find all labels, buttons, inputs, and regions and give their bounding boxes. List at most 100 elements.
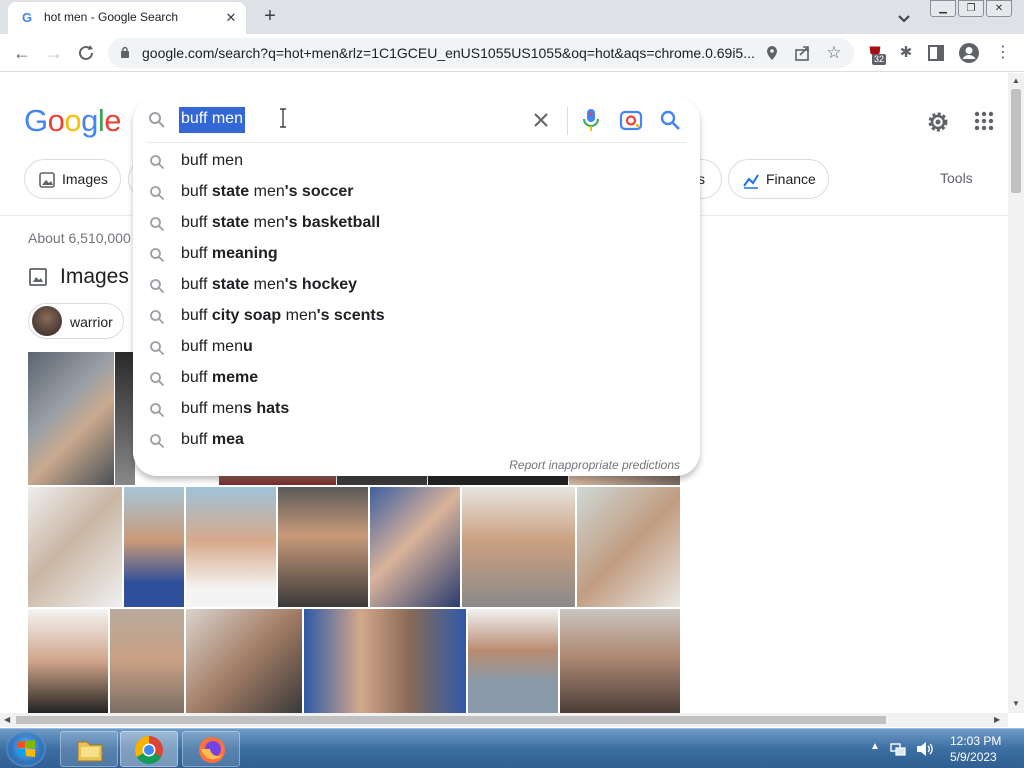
google-apps-grid-icon[interactable] (973, 110, 995, 132)
google-logo[interactable]: Google (24, 103, 122, 139)
network-icon[interactable] (890, 741, 906, 757)
scroll-down-arrow-icon[interactable]: ▼ (1012, 699, 1020, 708)
tab-active[interactable]: G hot men - Google Search ✕ (8, 2, 246, 34)
chip-finance-label: Finance (766, 171, 816, 187)
suggestion-item[interactable]: buff meaning (133, 239, 700, 270)
extensions-puzzle-icon[interactable]: ✱ (895, 42, 917, 64)
suggestion-part: meme (211, 369, 259, 386)
suggestion-item[interactable]: buff state men's soccer (133, 177, 700, 208)
scroll-right-arrow-icon[interactable]: ▶ (994, 715, 1000, 724)
suggestion-part: s hats (242, 400, 290, 417)
taskbar-file-explorer[interactable] (60, 731, 118, 767)
suggestion-item[interactable]: buff mens hats (133, 394, 700, 425)
suggestion-part: men (249, 183, 285, 200)
address-bar[interactable]: google.com/search?q=hot+men&rlz=1C1GCEU_… (108, 38, 854, 68)
suggestion-prefix: buff men (181, 152, 243, 169)
forward-arrow-icon[interactable]: → (42, 41, 66, 65)
search-submit-icon[interactable] (659, 109, 681, 131)
vertical-scrollbar[interactable]: ▲ ▼ (1008, 73, 1024, 713)
chip-finance[interactable]: Finance (728, 159, 829, 199)
side-panel-icon[interactable] (927, 44, 945, 62)
search-icon (150, 279, 165, 294)
suggestion-item[interactable]: buff menu (133, 332, 700, 363)
clock-date[interactable]: 5/9/2023 (950, 750, 997, 764)
windows-taskbar: ▲ 12:03 PM 5/9/2023 (0, 728, 1024, 768)
suggestion-item[interactable]: buff state men's hockey (133, 270, 700, 301)
location-pin-icon[interactable] (762, 43, 782, 63)
image-result-thumbnail[interactable] (115, 352, 135, 485)
image-result-thumbnail[interactable] (577, 487, 680, 607)
image-result-thumbnail[interactable] (110, 609, 184, 713)
image-result-thumbnail[interactable] (28, 609, 108, 713)
suggestion-prefix: buff (181, 183, 212, 200)
image-result-thumbnail[interactable] (28, 352, 114, 485)
google-lens-camera-icon[interactable] (619, 109, 643, 131)
vertical-scroll-thumb[interactable] (1011, 89, 1021, 193)
horizontal-scroll-thumb[interactable] (16, 716, 886, 724)
image-result-thumbnail[interactable] (370, 487, 460, 607)
suggestion-part: city soap (211, 307, 282, 324)
search-box[interactable]: buff men (133, 97, 700, 143)
close-tab-icon[interactable]: ✕ (222, 9, 240, 27)
image-result-thumbnail[interactable] (124, 487, 184, 607)
extension-shield-icon[interactable]: ⛊ 32 (864, 42, 887, 65)
image-result-thumbnail[interactable] (468, 609, 558, 713)
restore-button[interactable]: ❐ (958, 0, 984, 17)
suggestion-part: 's basketball (284, 214, 381, 231)
image-result-thumbnail[interactable] (304, 609, 466, 713)
image-result-thumbnail[interactable] (186, 609, 302, 713)
related-chip-warrior[interactable]: warrior (28, 303, 124, 339)
clock-time[interactable]: 12:03 PM (950, 734, 1001, 748)
search-icon (150, 403, 165, 418)
image-result-thumbnail[interactable] (28, 487, 122, 607)
image-icon (29, 268, 47, 286)
suggestion-text: buff menu (181, 338, 253, 356)
search-icon (150, 186, 165, 201)
report-predictions-link[interactable]: Report inappropriate predictions (509, 458, 680, 472)
tools-button[interactable]: Tools (940, 170, 973, 186)
new-tab-button[interactable]: + (258, 5, 282, 29)
search-input[interactable]: buff men (179, 107, 245, 133)
back-arrow-icon[interactable]: ← (10, 41, 34, 65)
google-favicon-icon: G (22, 10, 33, 25)
show-hidden-icons-arrow[interactable]: ▲ (870, 741, 880, 752)
suggestion-item[interactable]: buff men (133, 146, 700, 177)
extension-badge: 32 (872, 54, 887, 65)
clear-search-icon[interactable] (529, 108, 553, 132)
scroll-up-arrow-icon[interactable]: ▲ (1012, 76, 1020, 85)
chip-images[interactable]: Images (24, 159, 121, 199)
microphone-icon[interactable] (581, 108, 601, 132)
suggestion-separator (147, 142, 686, 143)
reload-icon[interactable] (75, 42, 97, 64)
taskbar-chrome[interactable] (120, 731, 178, 767)
suggestion-part: state (211, 183, 250, 200)
share-icon[interactable] (792, 43, 812, 63)
suggestion-item[interactable]: buff city soap men's scents (133, 301, 700, 332)
chrome-logo-icon (135, 736, 163, 764)
tab-search-chevron-icon[interactable] (894, 8, 914, 28)
image-result-thumbnail[interactable] (462, 487, 575, 607)
taskbar-firefox[interactable] (182, 731, 240, 767)
image-result-thumbnail[interactable] (278, 487, 368, 607)
suggestion-text: buff state men's soccer (181, 183, 354, 201)
suggestion-prefix: buff (181, 245, 212, 262)
search-icon (150, 217, 165, 232)
suggestion-item[interactable]: buff mea (133, 425, 700, 456)
scroll-left-arrow-icon[interactable]: ◀ (4, 715, 10, 724)
image-result-thumbnail[interactable] (560, 609, 680, 713)
suggestion-prefix: buff men (181, 338, 243, 355)
close-window-button[interactable]: ✕ (986, 0, 1012, 17)
volume-icon[interactable] (916, 741, 934, 757)
start-orb-icon[interactable] (6, 731, 46, 767)
settings-gear-icon[interactable] (925, 109, 951, 135)
bookmark-star-icon[interactable]: ☆ (824, 43, 844, 63)
horizontal-scrollbar[interactable]: ◀ ▶ (0, 713, 1008, 727)
profile-avatar-icon[interactable] (958, 42, 980, 64)
suggestion-prefix: buff (181, 307, 212, 324)
suggestion-item[interactable]: buff meme (133, 363, 700, 394)
minimize-button[interactable]: ▁ (930, 0, 956, 17)
search-icon (150, 310, 165, 325)
chrome-menu-icon[interactable]: ⋮ (992, 42, 1014, 64)
suggestion-item[interactable]: buff state men's basketball (133, 208, 700, 239)
image-result-thumbnail[interactable] (186, 487, 276, 607)
